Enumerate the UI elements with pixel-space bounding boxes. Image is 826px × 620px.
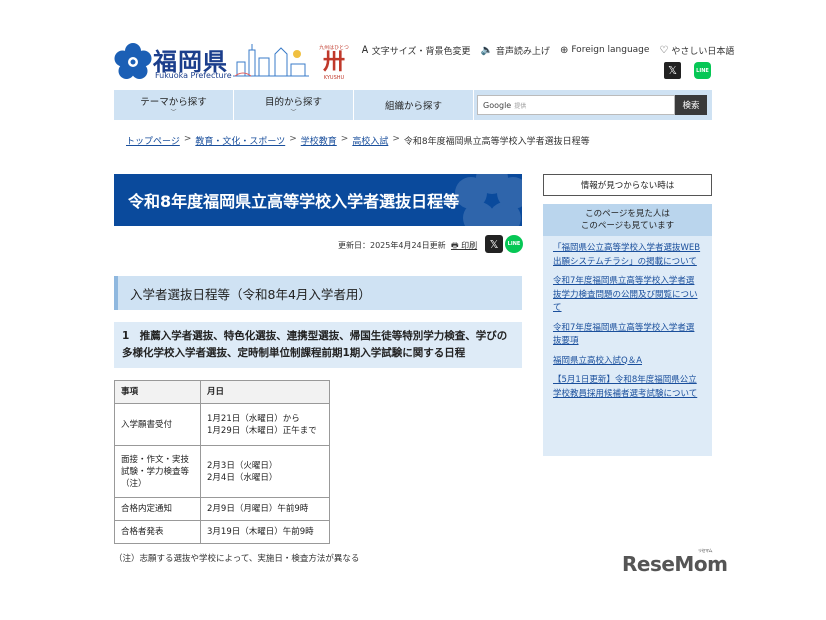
global-nav: テーマから探す ﹀ 目的から探す ﹀ 組織から探す Google 提供 検索 (114, 90, 712, 120)
related-pages-list: 「福岡県公立高等学校入学者選抜WEB出願システムチラシ」の掲載について 令和7年… (543, 236, 712, 401)
google-brand: Google (483, 100, 512, 110)
breadcrumb-current: 令和8年度福岡県立高等学校入学者選抜日程等 (403, 137, 590, 147)
x-share-icon[interactable]: 𝕏 (664, 62, 681, 79)
util-label: やさしい日本語 (671, 46, 735, 57)
utility-bar: Ꭺ 文字サイズ・背景色変更 🔈 音声読み上げ ⊕ Foreign languag… (362, 43, 734, 57)
related-link[interactable]: 令和7年度福岡県立高等学校入学者選抜要項 (553, 322, 702, 349)
nav-purpose[interactable]: 目的から探す ﹀ (234, 90, 354, 120)
site-logo[interactable]: 福岡県 Fukuoka Prefecture 九州はひとつ 卅 KYUSHU (113, 40, 353, 86)
related-link[interactable]: 「福岡県公立高等学校入学者選抜WEB出願システムチラシ」の掲載について (553, 242, 702, 269)
breadcrumb-separator: > (183, 134, 192, 144)
table-row: 合格者発表 3月19日（木曜日）午前9時 (114, 520, 330, 544)
line-share-icon[interactable]: LINE (505, 235, 523, 253)
logo-subtitle: Fukuoka Prefecture (155, 71, 232, 80)
table-cell: 3月19日（木曜日）午前9時 (200, 520, 330, 544)
related-pages-heading: このページを見た人は このページも見ています (543, 204, 712, 236)
table-header: 月日 (200, 380, 330, 404)
line-share-icon[interactable]: LINE (694, 62, 711, 79)
chevron-down-icon: ﹀ (290, 109, 297, 116)
speaker-icon: 🔈 (480, 44, 493, 56)
watermark-text: ReseMom (622, 552, 728, 576)
search-input[interactable]: Google 提供 (477, 95, 675, 115)
section-heading: 入学者選抜日程等（令和8年4月入学者用） (114, 276, 522, 310)
easy-japanese-link[interactable]: ♡ やさしい日本語 (659, 43, 734, 57)
kyushu-mark: 卅 (322, 50, 345, 75)
text-size-link[interactable]: Ꭺ 文字サイズ・背景色変更 (362, 43, 470, 57)
schedule-table: 事項 月日 入学願書受付 1月21日（水曜日）から 1月29日（木曜日）正午まで… (114, 380, 330, 544)
table-cell: 合格者発表 (114, 520, 201, 544)
related-link[interactable]: 令和7年度福岡県立高等学校入学者選抜学力検査問題の公開及び閲覧について (553, 275, 702, 316)
breadcrumb-separator: > (340, 134, 349, 144)
nav-theme[interactable]: テーマから探す ﹀ (114, 90, 234, 120)
util-label: Foreign language (571, 45, 650, 55)
text-size-icon: Ꭺ (362, 44, 369, 56)
related-link[interactable]: 福岡県立高校入試Q＆A (553, 355, 702, 369)
table-cell: 2月3日（火曜日） 2月4日（水曜日） (200, 445, 330, 498)
ume-flower-icon (114, 43, 152, 79)
decorative-flower-icon (455, 174, 522, 226)
nav-label: テーマから探す (140, 97, 207, 108)
nav-organization[interactable]: 組織から探す (354, 90, 474, 120)
util-label: 文字サイズ・背景色変更 (371, 46, 471, 57)
breadcrumb-link-school[interactable]: 学校教育 (301, 134, 337, 147)
not-found-button[interactable]: 情報が見つからない時は (543, 174, 712, 196)
breadcrumb-link-education[interactable]: 教育・文化・スポーツ (195, 134, 285, 147)
cityscape-illustration-icon (233, 44, 309, 77)
table-note: （注）志願する選抜や学校によって、実施日・検査方法が異なる (114, 554, 360, 564)
print-link[interactable]: 🖶 印刷 (451, 240, 477, 254)
kyushu-logo: 九州はひとつ 卅 KYUSHU (318, 44, 350, 81)
table-row: 入学願書受付 1月21日（水曜日）から 1月29日（木曜日）正午まで (114, 403, 330, 446)
table-cell: 1月21日（水曜日）から 1月29日（木曜日）正午まで (200, 403, 330, 446)
breadcrumb-separator: > (289, 134, 297, 144)
table-header-row: 事項 月日 (114, 380, 330, 404)
speech-link[interactable]: 🔈 音声読み上げ (480, 43, 549, 57)
page-title-text: 令和8年度福岡県立高等学校入学者選抜日程等 (128, 192, 460, 211)
nav-label: 目的から探す (264, 97, 322, 108)
nav-label: 組織から探す (384, 101, 442, 112)
subsection-heading: 1 推薦入学者選抜、特色化選抜、連携型選抜、帰国生徒等特別学力検査、学びの多様化… (114, 322, 522, 368)
breadcrumb-link-exam[interactable]: 高校入試 (352, 134, 388, 147)
table-cell: 入学願書受付 (114, 403, 201, 446)
breadcrumb: トップページ > 教育・文化・スポーツ > 学校教育 > 高校入試 > 令和8年… (126, 134, 590, 147)
breadcrumb-separator: > (392, 134, 400, 144)
page-title: 令和8年度福岡県立高等学校入学者選抜日程等 (114, 174, 522, 226)
breadcrumb-link-top[interactable]: トップページ (126, 134, 180, 147)
kyushu-caption-bottom: KYUSHU (323, 75, 345, 81)
globe-icon: ⊕ (559, 44, 569, 56)
table-cell: 合格内定通知 (114, 497, 201, 521)
util-label: 音声読み上げ (495, 46, 550, 57)
search-button[interactable]: 検索 (675, 95, 707, 115)
table-cell: 2月9日（月曜日）午前9時 (200, 497, 330, 521)
table-header: 事項 (114, 380, 201, 404)
foreign-language-link[interactable]: ⊕ Foreign language (560, 43, 649, 57)
heart-icon: ♡ (659, 44, 669, 56)
table-cell: 面接・作文・実技試験・学力検査等（注） (114, 445, 201, 498)
chevron-down-icon: ﹀ (170, 109, 177, 116)
table-row: 合格内定通知 2月9日（月曜日）午前9時 (114, 497, 330, 521)
related-link[interactable]: 【5月1日更新】令和8年度福岡県公立学校教員採用候補者選考試験について (553, 374, 702, 401)
table-row: 面接・作文・実技試験・学力検査等（注） 2月3日（火曜日） 2月4日（水曜日） (114, 445, 330, 498)
search-placeholder: 提供 (514, 102, 527, 110)
updated-date: 更新日：2025年4月24日更新 (338, 241, 446, 250)
watermark-small: リセマム (698, 548, 713, 553)
related-pages-box: このページを見た人は このページも見ています 「福岡県公立高等学校入学者選抜WE… (543, 204, 712, 456)
resemom-watermark: ReseMom リセマム (622, 548, 728, 576)
x-share-icon[interactable]: 𝕏 (485, 235, 503, 253)
